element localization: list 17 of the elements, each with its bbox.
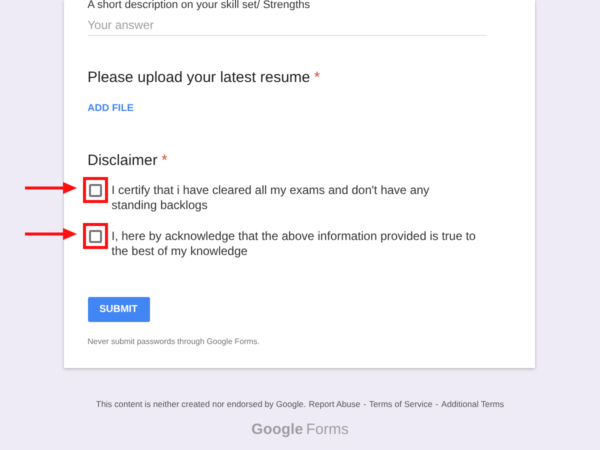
add-file-button[interactable]: ADD FILE (88, 103, 134, 114)
checkbox[interactable] (88, 184, 102, 197)
disclaimer-text: This content is neither created nor endorsed by Google. (96, 399, 306, 409)
submit-button[interactable]: SUBMIT (88, 297, 150, 322)
separator: - (435, 399, 438, 409)
logo: Google Forms (251, 421, 349, 438)
footer-link[interactable]: Terms of Service (369, 399, 432, 409)
footer-link[interactable]: Report Abuse (308, 399, 360, 409)
question-title: Disclaimer * (88, 152, 168, 170)
checkbox-label: I, here by acknowledge that the above information provided is true to the best of my knowledge (112, 229, 477, 259)
question-description: A short description on your skill set/ Strengths (88, 0, 312, 12)
question-title: Please upload your latest resume * (88, 69, 321, 87)
password-warning: Never submit passwords through Google Forms. (88, 337, 261, 346)
checkbox-label: I certify that i have cleared all my exams and don't have any standing backlogs (112, 183, 430, 213)
separator: - (363, 399, 366, 409)
checkbox[interactable] (88, 230, 102, 243)
footer-link[interactable]: Additional Terms (441, 399, 504, 409)
